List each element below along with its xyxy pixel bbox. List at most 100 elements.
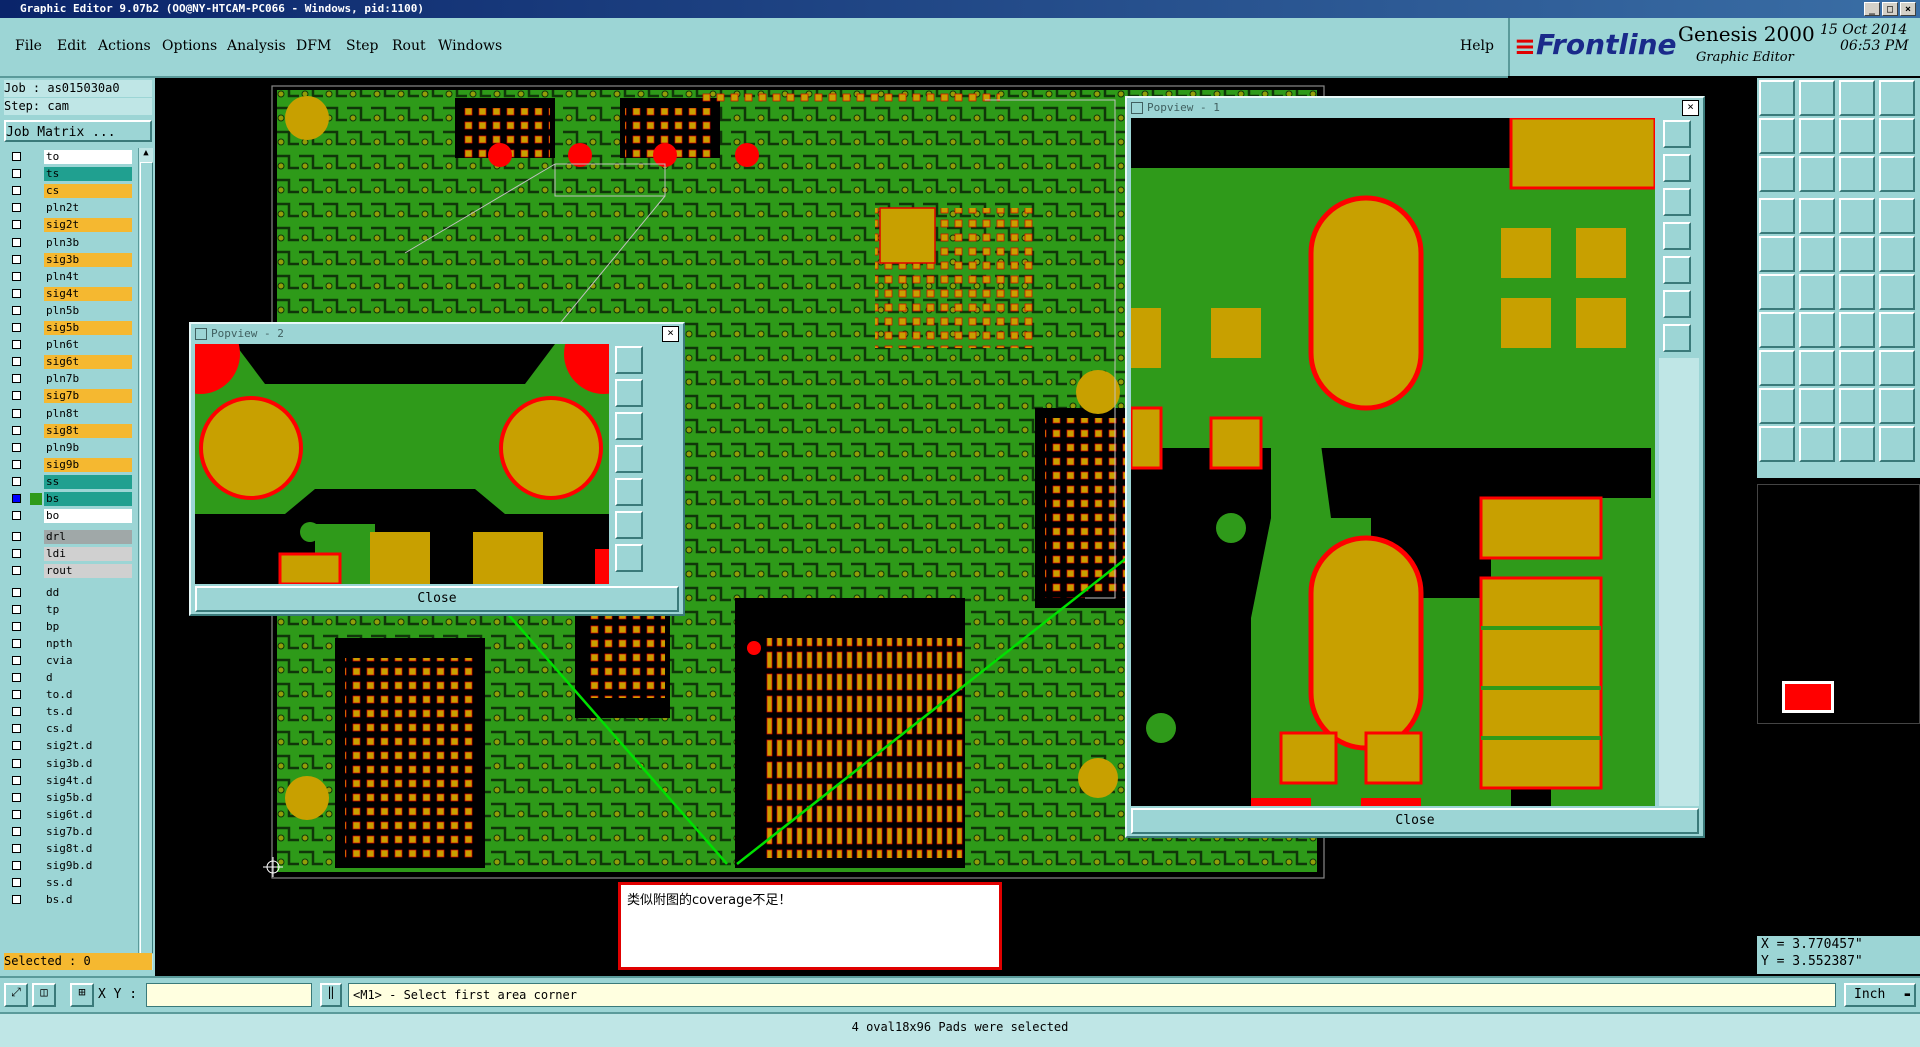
layer-row-sig9b[interactable]: sig9b <box>10 457 132 472</box>
layer-row-to[interactable]: to <box>10 150 132 164</box>
menu-options[interactable]: Options <box>162 38 217 54</box>
net-icon[interactable] <box>1759 274 1795 310</box>
layer-row-sig7b[interactable]: sig7b <box>10 389 132 404</box>
units-dropdown[interactable]: Inch ▬ <box>1844 983 1916 1007</box>
layer-checkbox[interactable] <box>12 690 21 700</box>
layer-row-sig3b-d[interactable]: sig3b.d <box>10 756 132 771</box>
layer-name[interactable]: sig8t.d <box>44 842 132 856</box>
layer-checkbox[interactable] <box>12 323 21 332</box>
layer-name[interactable]: rout <box>44 564 132 579</box>
menu-help[interactable]: Help <box>1460 38 1494 54</box>
zoom-icon[interactable] <box>1799 156 1835 192</box>
layer-name[interactable]: ts.d <box>44 705 132 720</box>
popview-1-close-button[interactable]: Close <box>1131 808 1699 834</box>
menu-windows[interactable]: Windows <box>438 38 502 54</box>
popview-2-close-icon[interactable]: × <box>662 326 679 342</box>
layer-row-sig2t[interactable]: sig2t <box>10 218 132 233</box>
layer-checkbox[interactable] <box>12 549 21 559</box>
align-icon[interactable] <box>1839 350 1875 386</box>
help-icon[interactable] <box>1879 156 1915 192</box>
layer-checkbox[interactable] <box>12 476 21 486</box>
layer-name[interactable]: cs.d <box>44 722 132 737</box>
layer-name[interactable]: sig7b.d <box>44 824 132 839</box>
layer-checkbox[interactable] <box>12 305 21 315</box>
layers-icon[interactable] <box>1759 198 1795 234</box>
measure-icon[interactable] <box>1879 198 1915 234</box>
layer-checkbox[interactable] <box>12 775 21 785</box>
popview-2-tool-2[interactable] <box>615 379 643 407</box>
layer-name[interactable]: sig2t.d <box>44 739 132 754</box>
popview-1-tool-2[interactable] <box>1663 154 1691 182</box>
layer-checkbox[interactable] <box>12 271 21 281</box>
layer-row-sig5b-d[interactable]: sig5b.d <box>10 790 132 805</box>
layer-row-cs-d[interactable]: cs.d <box>10 722 132 737</box>
layer-name[interactable]: sig3b.d <box>44 756 132 771</box>
window-menu-icon[interactable] <box>1131 102 1143 114</box>
layer-checkbox[interactable] <box>12 152 21 161</box>
save-icon[interactable] <box>1799 80 1835 116</box>
menu-edit[interactable]: Edit <box>57 38 86 54</box>
layer-name[interactable]: d <box>44 671 132 685</box>
scale-icon[interactable] <box>1839 156 1875 192</box>
shape-icon[interactable] <box>1879 388 1915 424</box>
popview-1-tool-3[interactable] <box>1663 188 1691 216</box>
layer-name[interactable]: to <box>44 150 132 164</box>
layer-checkbox[interactable] <box>12 638 21 648</box>
cursor-move-icon[interactable] <box>1839 426 1875 462</box>
layer-row-sig7b-d[interactable]: sig7b.d <box>10 824 132 839</box>
layer-row-tp[interactable]: tp <box>10 602 132 617</box>
menu-file[interactable]: File <box>15 38 42 54</box>
menu-dfm[interactable]: DFM <box>296 38 331 54</box>
layer-row-cvia[interactable]: cvia <box>10 653 132 668</box>
layer-row-bo[interactable]: bo <box>10 509 132 524</box>
layer-name[interactable]: to.d <box>44 688 132 703</box>
layer-row-sig8t-d[interactable]: sig8t.d <box>10 842 132 856</box>
fit-icon[interactable] <box>1759 156 1795 192</box>
layer-checkbox[interactable] <box>12 673 21 682</box>
cursor-icon[interactable] <box>1759 426 1795 462</box>
menu-actions[interactable]: Actions <box>98 38 151 54</box>
layer-name[interactable]: ss.d <box>44 876 132 891</box>
popview-2-tool-1[interactable] <box>615 346 643 374</box>
layer-row-rout[interactable]: rout <box>10 564 132 579</box>
select-icon[interactable] <box>1799 236 1835 272</box>
popview-1-window[interactable]: Popview - 1 × Close <box>1125 96 1705 838</box>
copy-icon[interactable] <box>1879 350 1915 386</box>
layer-checkbox[interactable] <box>12 792 21 802</box>
layer-checkbox[interactable] <box>12 878 21 888</box>
layer-name[interactable]: sig2t <box>44 218 132 233</box>
menu-rout[interactable]: Rout <box>392 38 426 54</box>
layer-name[interactable]: tp <box>44 602 132 617</box>
arc-icon[interactable] <box>1799 312 1835 348</box>
layer-name[interactable]: pln5b <box>44 303 132 318</box>
layer-checkbox[interactable] <box>12 621 21 631</box>
layer-name[interactable]: pln8t <box>44 406 132 421</box>
layer-row-cs[interactable]: cs <box>10 184 132 199</box>
layer-row-pln8t[interactable]: pln8t <box>10 406 132 421</box>
layer-name[interactable]: sig4t <box>44 286 132 301</box>
layer-name[interactable]: bo <box>44 509 132 524</box>
home-icon[interactable] <box>1839 80 1875 116</box>
popview-1-view[interactable] <box>1131 118 1655 806</box>
layer-row-ss[interactable]: ss <box>10 474 132 489</box>
minimap[interactable] <box>1757 728 1920 848</box>
layer-checkbox[interactable] <box>12 895 21 905</box>
layer-row-pln2t[interactable]: pln2t <box>10 201 132 216</box>
layer-row-ldi[interactable]: ldi <box>10 547 132 562</box>
layer-checkbox[interactable] <box>12 655 21 665</box>
layer-name[interactable]: pln4t <box>44 269 132 284</box>
layer-checkbox[interactable] <box>12 288 21 298</box>
popview-2-tool-6[interactable] <box>615 511 643 539</box>
layer-row-sig4t[interactable]: sig4t <box>10 286 132 301</box>
layer-row-d[interactable]: d <box>10 671 132 685</box>
snap-icon[interactable] <box>1839 198 1875 234</box>
layer-row-sig8t[interactable]: sig8t <box>10 423 132 438</box>
layer-checkbox[interactable] <box>12 826 21 836</box>
measure-icon[interactable]: ◫ <box>32 983 56 1007</box>
layer-row-bs-d[interactable]: bs.d <box>10 893 132 908</box>
next-icon[interactable] <box>1799 118 1835 154</box>
layer-name[interactable]: sig3b <box>44 252 132 267</box>
popview-1-tool-7[interactable] <box>1663 324 1691 352</box>
layer-name[interactable]: ss <box>44 474 132 489</box>
graphic-canvas[interactable]: Popview - 2 × Close Popview - 1 × Close … <box>155 78 1757 976</box>
